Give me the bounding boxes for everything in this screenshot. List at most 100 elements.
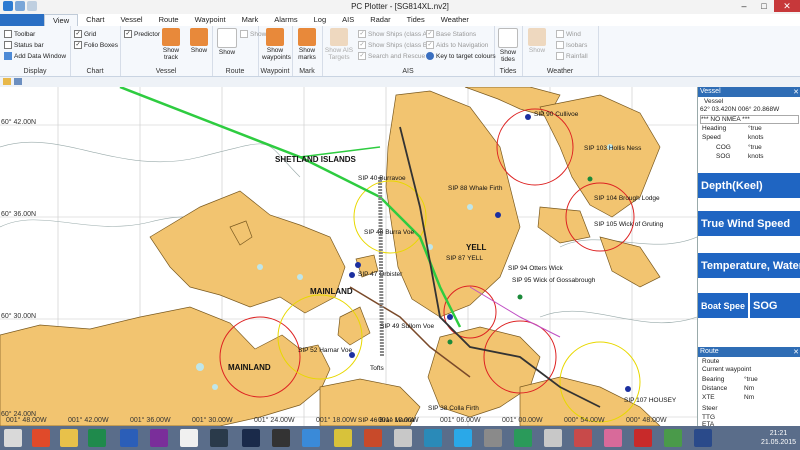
app4-icon[interactable] xyxy=(424,429,442,447)
bearing-unit: °true xyxy=(744,376,758,383)
app6-icon[interactable] xyxy=(544,429,562,447)
boat-speed-display[interactable]: Boat Spee xyxy=(698,293,748,319)
menu-alarms[interactable]: Alarms xyxy=(266,14,305,26)
skype-icon[interactable] xyxy=(454,429,472,447)
group-label: Route xyxy=(225,68,245,75)
ie-icon[interactable] xyxy=(302,429,320,447)
vessel-position: 62° 03.420N 006° 20.868W xyxy=(700,106,780,113)
menu-log[interactable]: Log xyxy=(306,14,335,26)
key-target-colours-button[interactable]: Key to target colours xyxy=(426,52,496,60)
menu-ais[interactable]: AIS xyxy=(334,14,362,26)
isobars-checkbox[interactable]: Isobars xyxy=(556,41,587,49)
lightroom-icon[interactable] xyxy=(210,429,228,447)
ships-class-b-checkbox[interactable]: ✓ Show Ships (class B) xyxy=(358,41,429,49)
place-label: MAINLAND xyxy=(228,363,271,372)
chrome-icon[interactable] xyxy=(334,429,352,447)
chart-view[interactable]: 60° 42.00N 60° 36.00N 60° 30.00N 60° 24.… xyxy=(0,87,697,426)
search-rescue-checkbox[interactable]: ✓ Search and Rescue xyxy=(358,52,425,60)
group-vessel: ✓ Predictor Show track Show Vessel xyxy=(120,26,213,76)
waypoint-icon xyxy=(266,28,284,46)
group-label: Waypoint xyxy=(260,68,290,75)
toolbar-checkbox[interactable]: Toolbar xyxy=(4,30,35,38)
app5-icon[interactable] xyxy=(484,429,502,447)
wind-checkbox[interactable]: Wind xyxy=(556,30,581,38)
menu-weather[interactable]: Weather xyxy=(433,14,477,26)
lon-label: 001° 06.00W xyxy=(440,417,481,424)
aids-navigation-checkbox[interactable]: ✓ Aids to Navigation xyxy=(426,41,488,49)
folio-boxes-checkbox[interactable]: ✓ Folio Boxes xyxy=(74,41,118,49)
system-clock[interactable]: 21:21 21.05.2015 xyxy=(761,429,796,447)
app2-icon[interactable] xyxy=(364,429,382,447)
ribbon: Toolbar Status bar Add Data Window Displ… xyxy=(0,26,800,77)
tides-icon xyxy=(498,28,518,48)
panel-close-icon[interactable]: ✕ xyxy=(793,88,799,96)
close-button[interactable]: ✕ xyxy=(774,0,800,12)
word-icon[interactable] xyxy=(120,429,138,447)
group-label: Mark xyxy=(299,68,315,75)
route-icon xyxy=(217,28,237,48)
nmea-status: *** NO NMEA *** xyxy=(700,115,799,124)
lon-label: 001° 18.00W xyxy=(316,417,357,424)
sog-display[interactable]: SOG xyxy=(750,293,800,319)
waypoint-label: SIP 52 Harnar Voe xyxy=(298,347,353,354)
menu-mark[interactable]: Mark xyxy=(234,14,267,26)
show-ais-targets-button[interactable]: Show AIS Targets xyxy=(324,28,354,61)
document-icon[interactable] xyxy=(180,429,198,447)
show-marks-button[interactable]: Show marks xyxy=(294,28,320,61)
start-icon[interactable] xyxy=(4,429,22,447)
show-route-button[interactable]: Show xyxy=(214,28,240,56)
show-vessel-button[interactable]: Show xyxy=(186,28,212,54)
ships-class-a-checkbox[interactable]: ✓ Show Ships (class A) xyxy=(358,30,429,38)
add-data-window-button[interactable]: Add Data Window xyxy=(4,52,66,60)
menu-chart[interactable]: Chart xyxy=(78,14,112,26)
depth-keel-display[interactable]: Depth(Keel) xyxy=(698,173,800,199)
media-icon[interactable] xyxy=(272,429,290,447)
menu-waypoint[interactable]: Waypoint xyxy=(187,14,234,26)
app3-icon[interactable] xyxy=(394,429,412,447)
maximize-button[interactable]: □ xyxy=(754,0,774,12)
pc-plotter-icon[interactable] xyxy=(694,429,712,447)
lon-label: 000° 54.00W xyxy=(564,417,605,424)
menu-view[interactable]: View xyxy=(44,14,79,26)
pdf-icon[interactable] xyxy=(634,429,652,447)
app-icon[interactable] xyxy=(32,429,50,447)
waypoint-label: SIP 47 Orbister xyxy=(358,271,403,278)
grid-checkbox[interactable]: ✓ Grid xyxy=(74,30,96,38)
predictor-checkbox[interactable]: ✓ Predictor xyxy=(124,30,160,38)
minimize-button[interactable]: – xyxy=(734,0,754,12)
water-temperature-display[interactable]: Temperature, Water xyxy=(698,253,800,279)
menu-route[interactable]: Route xyxy=(151,14,187,26)
lon-label: 001° 30.00W xyxy=(192,417,233,424)
group-ais: Show AIS Targets ✓ Show Ships (class A) ✓… xyxy=(322,26,496,76)
lat-label: 60° 30.00N xyxy=(1,313,37,320)
show-weather-button[interactable]: Show xyxy=(524,28,550,54)
true-wind-speed-display[interactable]: True Wind Speed xyxy=(698,211,800,237)
rainfall-checkbox[interactable]: Rainfall xyxy=(556,52,588,60)
group-label: Vessel xyxy=(155,68,177,75)
bearing-label: Bearing xyxy=(702,376,725,383)
show-waypoints-button[interactable]: Show waypoints xyxy=(262,28,291,61)
file-menu-button[interactable] xyxy=(0,14,44,26)
app9-icon[interactable] xyxy=(664,429,682,447)
lon-label: 001° 36.00W xyxy=(130,417,171,424)
zoom-icon[interactable] xyxy=(14,78,22,85)
open-icon[interactable] xyxy=(3,78,11,85)
route-panel-close-icon[interactable]: ✕ xyxy=(793,348,799,356)
speed-label: Speed xyxy=(702,134,721,141)
status-bar-checkbox[interactable]: Status bar xyxy=(4,41,44,49)
excel-icon[interactable] xyxy=(88,429,106,447)
folder-icon[interactable] xyxy=(60,429,78,447)
base-stations-checkbox[interactable]: ✓ Base Stations xyxy=(426,30,476,38)
chart-canvas[interactable] xyxy=(0,87,697,426)
menu-radar[interactable]: Radar xyxy=(362,14,398,26)
show-track-button[interactable]: Show track xyxy=(158,28,184,61)
onenote-icon[interactable] xyxy=(150,429,168,447)
show-tides-button[interactable]: Show tides xyxy=(495,28,521,63)
menu-vessel[interactable]: Vessel xyxy=(112,14,150,26)
app8-icon[interactable] xyxy=(604,429,622,447)
app7-icon[interactable] xyxy=(574,429,592,447)
photoshop-icon[interactable] xyxy=(242,429,260,447)
menu-tides[interactable]: Tides xyxy=(399,14,433,26)
lon-label: 001° 00.00W xyxy=(502,417,543,424)
mail-icon[interactable] xyxy=(514,429,532,447)
